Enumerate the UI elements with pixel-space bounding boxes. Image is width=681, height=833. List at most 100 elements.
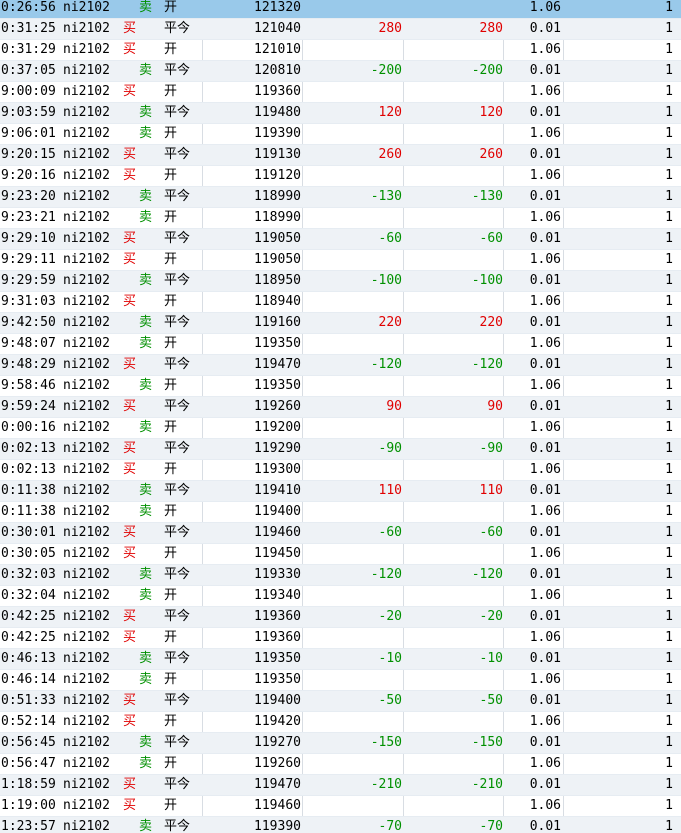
table-row[interactable]: 9:58:46 ni2102 卖开 119350 1.06 1: [0, 376, 681, 397]
table-row[interactable]: 9:06:01 ni2102 卖开 119390 1.06 1: [0, 124, 681, 145]
direction-cell: 买: [123, 357, 137, 372]
table-row[interactable]: 0:42:25 ni2102 买 平今 119360 -20 -20 0.01 1: [0, 607, 681, 628]
table-row[interactable]: 0:32:04 ni2102 卖开 119340 1.06 1: [0, 586, 681, 607]
table-row[interactable]: 9:29:11 ni2102 买 开 119050 1.06 1: [0, 250, 681, 271]
table-row[interactable]: 0:32:03 ni2102 卖平今 119330 -120 -120 0.01 1: [0, 565, 681, 586]
trade-time-cell: 9:06:01: [1, 126, 56, 141]
trade-time-cell: 9:48:29: [1, 357, 56, 372]
open-close-cell: 开: [164, 672, 178, 687]
table-row[interactable]: 0:31:25 ni2102 买 平今 121040 280 280 0.01 1: [0, 19, 681, 40]
fee-cell: 0.01: [529, 105, 561, 120]
table-row[interactable]: 9:00:09 ni2102 买 开 119360 1.06 1: [0, 82, 681, 103]
close-pnl-total-cell: -90: [479, 441, 503, 456]
close-pnl-total-cell: [403, 376, 503, 396]
fee-cell: 1.06: [529, 798, 561, 813]
table-row[interactable]: 0:37:05 ni2102 卖平今 120810 -200 -200 0.01 1: [0, 61, 681, 82]
close-pnl-total-cell: -60: [479, 231, 503, 246]
close-pnl-cell: [302, 670, 402, 690]
contract-code-cell: ni2102: [63, 210, 110, 225]
table-row[interactable]: 0:30:05 ni2102 买 开 119450 1.06 1: [0, 544, 681, 565]
table-row[interactable]: 9:29:10 ni2102 买 平今 119050 -60 -60 0.01 1: [0, 229, 681, 250]
price-cell: 119360: [254, 84, 301, 99]
close-pnl-cell: 220: [378, 315, 402, 330]
table-row[interactable]: 0:42:25 ni2102 买 开 119360 1.06 1: [0, 628, 681, 649]
table-row[interactable]: 1:23:57 ni2102 卖平今 119390 -70 -70 0.01 1: [0, 817, 681, 833]
price-cell: 119200: [254, 420, 301, 435]
table-row[interactable]: 9:20:16 ni2102 买 开 119120 1.06 1: [0, 166, 681, 187]
quantity-cell: 1: [665, 630, 673, 645]
trade-time-cell: 0:46:14: [1, 672, 56, 687]
close-pnl-cell: [302, 82, 402, 102]
trade-records-grid[interactable]: 0:26:56 ni2102 卖开 121320 1.06 1 0:31:25 ni2102 买…: [0, 0, 681, 833]
direction-cell: 卖: [139, 0, 153, 15]
quantity-cell: 1: [665, 756, 673, 771]
table-row[interactable]: 9:23:21 ni2102 卖开 118990 1.06 1: [0, 208, 681, 229]
price-cell: 119360: [254, 609, 301, 624]
contract-code-cell: ni2102: [63, 714, 110, 729]
table-row[interactable]: 0:02:13 ni2102 买 开 119300 1.06 1: [0, 460, 681, 481]
close-pnl-total-cell: [403, 82, 503, 102]
table-row[interactable]: 9:03:59 ni2102 卖平今 119480 120 120 0.01 1: [0, 103, 681, 124]
table-row[interactable]: 9:31:03 ni2102 买 开 118940 1.06 1: [0, 292, 681, 313]
close-pnl-total-cell: [403, 0, 503, 18]
contract-code-cell: ni2102: [63, 735, 110, 750]
fee-cell: 0.01: [529, 651, 561, 666]
fee-cell: 1.06: [529, 252, 561, 267]
price-cell: 119340: [254, 588, 301, 603]
table-row[interactable]: 0:02:13 ni2102 买 平今 119290 -90 -90 0.01 1: [0, 439, 681, 460]
fee-cell: 1.06: [529, 420, 561, 435]
close-pnl-cell: -100: [370, 273, 402, 288]
direction-cell: 买: [123, 147, 137, 162]
fee-cell: 0.01: [529, 483, 561, 498]
fee-cell: 0.01: [529, 819, 561, 833]
table-row[interactable]: 9:20:15 ni2102 买 平今 119130 260 260 0.01 1: [0, 145, 681, 166]
trade-time-cell: 9:00:09: [1, 84, 56, 99]
table-row[interactable]: 0:52:14 ni2102 买 开 119420 1.06 1: [0, 712, 681, 733]
open-close-cell: 开: [164, 84, 178, 99]
table-row[interactable]: 0:46:13 ni2102 卖平今 119350 -10 -10 0.01 1: [0, 649, 681, 670]
table-row[interactable]: 9:42:50 ni2102 卖平今 119160 220 220 0.01 1: [0, 313, 681, 334]
open-close-cell: 平今: [164, 189, 191, 204]
contract-code-cell: ni2102: [63, 315, 110, 330]
close-pnl-cell: -60: [378, 525, 402, 540]
fee-cell: 1.06: [529, 294, 561, 309]
close-pnl-total-cell: [403, 124, 503, 144]
close-pnl-cell: 110: [378, 483, 402, 498]
table-row[interactable]: 0:31:29 ni2102 买 开 121010 1.06 1: [0, 40, 681, 61]
contract-code-cell: ni2102: [63, 231, 110, 246]
contract-code-cell: ni2102: [63, 84, 110, 99]
table-row[interactable]: 0:51:33 ni2102 买 平今 119400 -50 -50 0.01 1: [0, 691, 681, 712]
table-row[interactable]: 0:11:38 ni2102 卖平今 119410 110 110 0.01 1: [0, 481, 681, 502]
table-row[interactable]: 0:11:38 ni2102 卖开 119400 1.06 1: [0, 502, 681, 523]
table-row[interactable]: 0:56:45 ni2102 卖平今 119270 -150 -150 0.01 1: [0, 733, 681, 754]
table-row[interactable]: 0:46:14 ni2102 卖开 119350 1.06 1: [0, 670, 681, 691]
close-pnl-total-cell: -70: [479, 819, 503, 833]
contract-code-cell: ni2102: [63, 147, 110, 162]
fee-cell: 0.01: [529, 63, 561, 78]
quantity-cell: 1: [665, 273, 673, 288]
table-row[interactable]: 1:19:00 ni2102 买 开 119460 1.06 1: [0, 796, 681, 817]
close-pnl-total-cell: 280: [479, 21, 503, 36]
table-row[interactable]: 9:29:59 ni2102 卖平今 118950 -100 -100 0.01 1: [0, 271, 681, 292]
trade-time-cell: 0:02:13: [1, 462, 56, 477]
table-row[interactable]: 9:59:24 ni2102 买 平今 119260 90 90 0.01 1: [0, 397, 681, 418]
close-pnl-total-cell: [403, 712, 503, 732]
close-pnl-total-cell: [403, 628, 503, 648]
table-row[interactable]: 0:30:01 ni2102 买 平今 119460 -60 -60 0.01 1: [0, 523, 681, 544]
table-row[interactable]: 9:48:29 ni2102 买 平今 119470 -120 -120 0.01 1: [0, 355, 681, 376]
trade-time-cell: 0:42:25: [1, 630, 56, 645]
open-close-cell: 平今: [164, 63, 191, 78]
contract-code-cell: ni2102: [63, 42, 110, 57]
table-row[interactable]: 1:18:59 ni2102 买 平今 119470 -210 -210 0.01 1: [0, 775, 681, 796]
close-pnl-total-cell: [403, 334, 503, 354]
table-row[interactable]: 9:23:20 ni2102 卖平今 118990 -130 -130 0.01 1: [0, 187, 681, 208]
table-row[interactable]: 9:48:07 ni2102 卖开 119350 1.06 1: [0, 334, 681, 355]
direction-cell: 卖: [139, 567, 153, 582]
table-row[interactable]: 0:56:47 ni2102 卖开 119260 1.06 1: [0, 754, 681, 775]
table-row[interactable]: 0:00:16 ni2102 卖开 119200 1.06 1: [0, 418, 681, 439]
quantity-cell: 1: [665, 672, 673, 687]
close-pnl-cell: [302, 460, 402, 480]
price-cell: 118990: [254, 189, 301, 204]
table-row[interactable]: 0:26:56 ni2102 卖开 121320 1.06 1: [0, 0, 681, 19]
close-pnl-total-cell: 90: [487, 399, 503, 414]
